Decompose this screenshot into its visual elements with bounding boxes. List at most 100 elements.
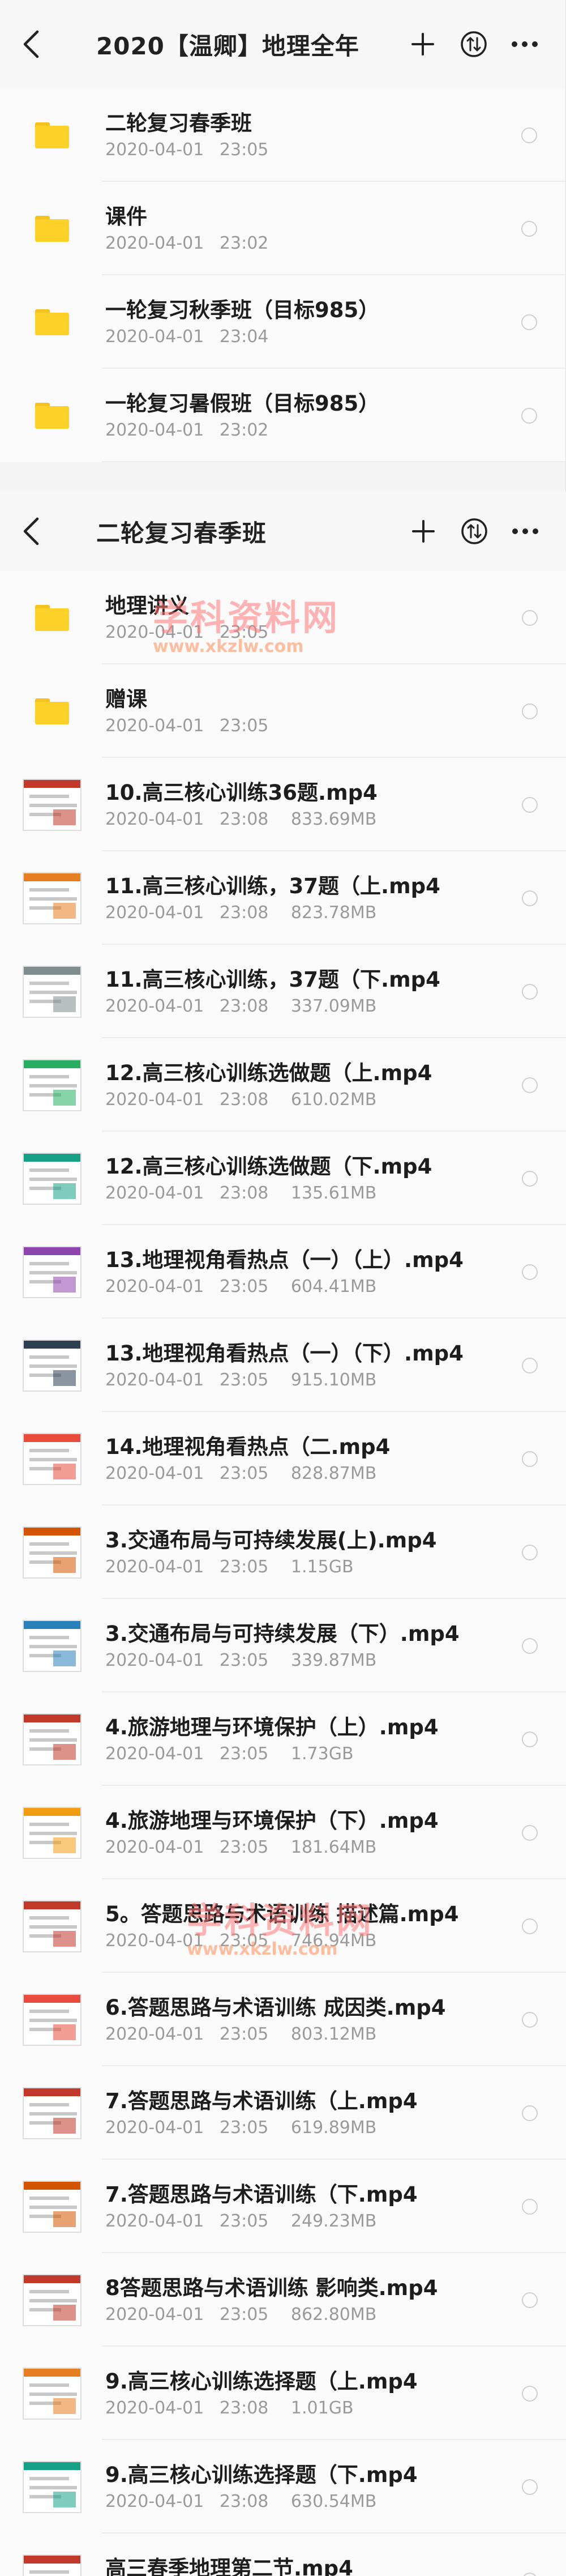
select-checkbox[interactable] [522, 1451, 538, 1467]
modified-time: 23:08 [219, 2398, 269, 2418]
select-checkbox[interactable] [522, 2292, 538, 2308]
select-checkbox[interactable] [522, 2105, 538, 2121]
folder-row[interactable]: 赠课 2020-04-01 23:05 [0, 664, 566, 758]
file-row[interactable]: 3.交通布局与可持续发展（下）.mp4 2020-04-01 23:05 339… [0, 1599, 566, 1692]
file-row[interactable]: 5。答题思路与术语训练 描述篇.mp4 2020-04-01 23:05 746… [0, 1879, 566, 1973]
modified-date: 2020-04-01 [105, 1931, 204, 1951]
add-button[interactable] [408, 515, 439, 547]
select-checkbox[interactable] [522, 2572, 538, 2576]
select-checkbox[interactable] [522, 1357, 538, 1374]
back-button[interactable] [23, 22, 57, 67]
video-thumbnail [23, 2087, 82, 2139]
file-row[interactable]: 6.答题思路与术语训练 成因类.mp4 2020-04-01 23:05 803… [0, 1973, 566, 2066]
file-row[interactable]: 13.地理视角看热点（一）（上）.mp4 2020-04-01 23:05 60… [0, 1225, 566, 1319]
select-checkbox[interactable] [522, 1918, 538, 1934]
select-checkbox[interactable] [521, 314, 537, 330]
file-size: 181.64MB [290, 1837, 377, 1857]
select-checkbox[interactable] [522, 1731, 538, 1747]
modified-date: 2020-04-01 [105, 2492, 204, 2511]
modified-date: 2020-04-01 [105, 1650, 204, 1670]
file-row[interactable]: 9.高三核心训练选择题（上.mp4 2020-04-01 23:08 1.01G… [0, 2347, 566, 2440]
select-checkbox[interactable] [522, 890, 538, 906]
select-checkbox[interactable] [522, 1264, 538, 1280]
modified-date: 2020-04-01 [105, 233, 204, 253]
more-button[interactable] [509, 28, 541, 60]
folder-name: 二轮复习春季班 [105, 111, 252, 135]
folder-row[interactable]: 一轮复习暑假班（目标985） 2020-04-01 23:02 [0, 369, 565, 462]
modified-time: 23:05 [219, 1931, 269, 1951]
video-thumbnail [23, 1806, 82, 1859]
file-size: 630.54MB [290, 2492, 377, 2511]
select-checkbox[interactable] [522, 983, 538, 1000]
add-button[interactable] [407, 28, 439, 60]
select-checkbox[interactable] [522, 609, 538, 626]
file-name: 13.地理视角看热点（一）（上）.mp4 [105, 1248, 464, 1272]
select-checkbox[interactable] [522, 1077, 538, 1093]
sort-icon [461, 31, 487, 57]
file-row[interactable]: 13.地理视角看热点（一）（下）.mp4 2020-04-01 23:05 91… [0, 1319, 566, 1412]
chevron-left-icon [23, 517, 39, 545]
video-thumbnail [23, 1059, 82, 1111]
back-button[interactable] [23, 509, 57, 554]
modified-time: 23:08 [219, 809, 269, 829]
file-row[interactable]: 3.交通布局与可持续发展(上).mp4 2020-04-01 23:05 1.1… [0, 1505, 566, 1599]
folder-row[interactable]: 地理讲义 2020-04-01 23:05 [0, 571, 566, 664]
file-row[interactable]: 8答题思路与术语训练 影响类.mp4 2020-04-01 23:05 862.… [0, 2253, 566, 2347]
select-checkbox[interactable] [522, 2011, 538, 2028]
file-size: 823.78MB [290, 903, 377, 923]
file-row[interactable]: 9.高三核心训练选择题（下.mp4 2020-04-01 23:08 630.5… [0, 2440, 566, 2534]
folder-row[interactable]: 一轮复习秋季班（目标985） 2020-04-01 23:04 [0, 275, 565, 369]
select-checkbox[interactable] [522, 1544, 538, 1560]
video-thumbnail [23, 2554, 82, 2576]
file-row[interactable]: 10.高三核心训练36题.mp4 2020-04-01 23:08 833.69… [0, 758, 566, 851]
file-list: 地理讲义 2020-04-01 23:05 赠课 2020-04-01 23:0… [0, 571, 566, 2576]
modified-time: 23:05 [219, 2024, 269, 2044]
file-size: 135.61MB [290, 1183, 377, 1203]
file-row[interactable]: 7.答题思路与术语训练（下.mp4 2020-04-01 23:05 249.2… [0, 2160, 566, 2253]
file-row[interactable]: 14.地理视角看热点（二.mp4 2020-04-01 23:05 828.87… [0, 1412, 566, 1505]
modified-date: 2020-04-01 [105, 2305, 204, 2325]
file-name: 9.高三核心训练选择题（上.mp4 [105, 2369, 418, 2394]
modified-time: 23:05 [219, 1744, 269, 1764]
folder-row[interactable]: 二轮复习春季班 2020-04-01 23:05 [0, 88, 565, 182]
file-name: 12.高三核心训练选做题（下.mp4 [105, 1154, 432, 1179]
video-thumbnail [23, 1339, 82, 1392]
more-button[interactable] [509, 515, 541, 547]
modified-date: 2020-04-01 [105, 903, 204, 923]
folder-name: 一轮复习秋季班（目标985） [105, 298, 380, 322]
file-row[interactable]: 11.高三核心训练，37题（下.mp4 2020-04-01 23:08 337… [0, 945, 566, 1038]
modified-date: 2020-04-01 [105, 2398, 204, 2418]
file-name: 4.旅游地理与环境保护（下）.mp4 [105, 1809, 439, 1833]
folder-row[interactable]: 课件 2020-04-01 23:02 [0, 182, 565, 275]
file-name: 6.答题思路与术语训练 成因类.mp4 [105, 1995, 446, 2020]
select-checkbox[interactable] [521, 127, 537, 143]
select-checkbox[interactable] [521, 407, 537, 424]
select-checkbox[interactable] [522, 1170, 538, 1187]
modified-date: 2020-04-01 [105, 1277, 204, 1296]
file-name: 4.旅游地理与环境保护（上）.mp4 [105, 1715, 439, 1739]
sort-button[interactable] [458, 28, 490, 60]
file-size: 1.15GB [290, 1557, 354, 1577]
file-row[interactable]: 7.答题思路与术语训练（上.mp4 2020-04-01 23:05 619.8… [0, 2066, 566, 2160]
modified-time: 23:05 [219, 622, 269, 642]
file-row[interactable]: 11.高三核心训练，37题（上.mp4 2020-04-01 23:08 823… [0, 851, 566, 945]
more-horizontal-icon [512, 528, 538, 534]
select-checkbox[interactable] [521, 220, 537, 237]
select-checkbox[interactable] [522, 796, 538, 813]
file-row[interactable]: 4.旅游地理与环境保护（下）.mp4 2020-04-01 23:05 181.… [0, 1786, 566, 1879]
file-row[interactable]: 12.高三核心训练选做题（上.mp4 2020-04-01 23:08 610.… [0, 1038, 566, 1132]
file-row[interactable]: 12.高三核心训练选做题（下.mp4 2020-04-01 23:08 135.… [0, 1132, 566, 1225]
file-row[interactable]: 4.旅游地理与环境保护（上）.mp4 2020-04-01 23:05 1.73… [0, 1692, 566, 1786]
select-checkbox[interactable] [522, 2198, 538, 2215]
select-checkbox[interactable] [522, 1824, 538, 1841]
select-checkbox[interactable] [522, 703, 538, 719]
sort-button[interactable] [458, 515, 490, 547]
file-row[interactable]: 高三春季地理第二节.mp4 [0, 2534, 566, 2576]
plus-icon [412, 520, 435, 543]
file-meta: 2020-04-01 23:05 746.94MB [105, 1931, 522, 1951]
select-checkbox[interactable] [522, 1637, 538, 1654]
select-checkbox[interactable] [522, 2479, 538, 2495]
file-meta: 2020-04-01 23:05 619.89MB [105, 2118, 522, 2138]
file-meta: 2020-04-01 23:08 337.09MB [105, 996, 522, 1016]
select-checkbox[interactable] [522, 2385, 538, 2402]
